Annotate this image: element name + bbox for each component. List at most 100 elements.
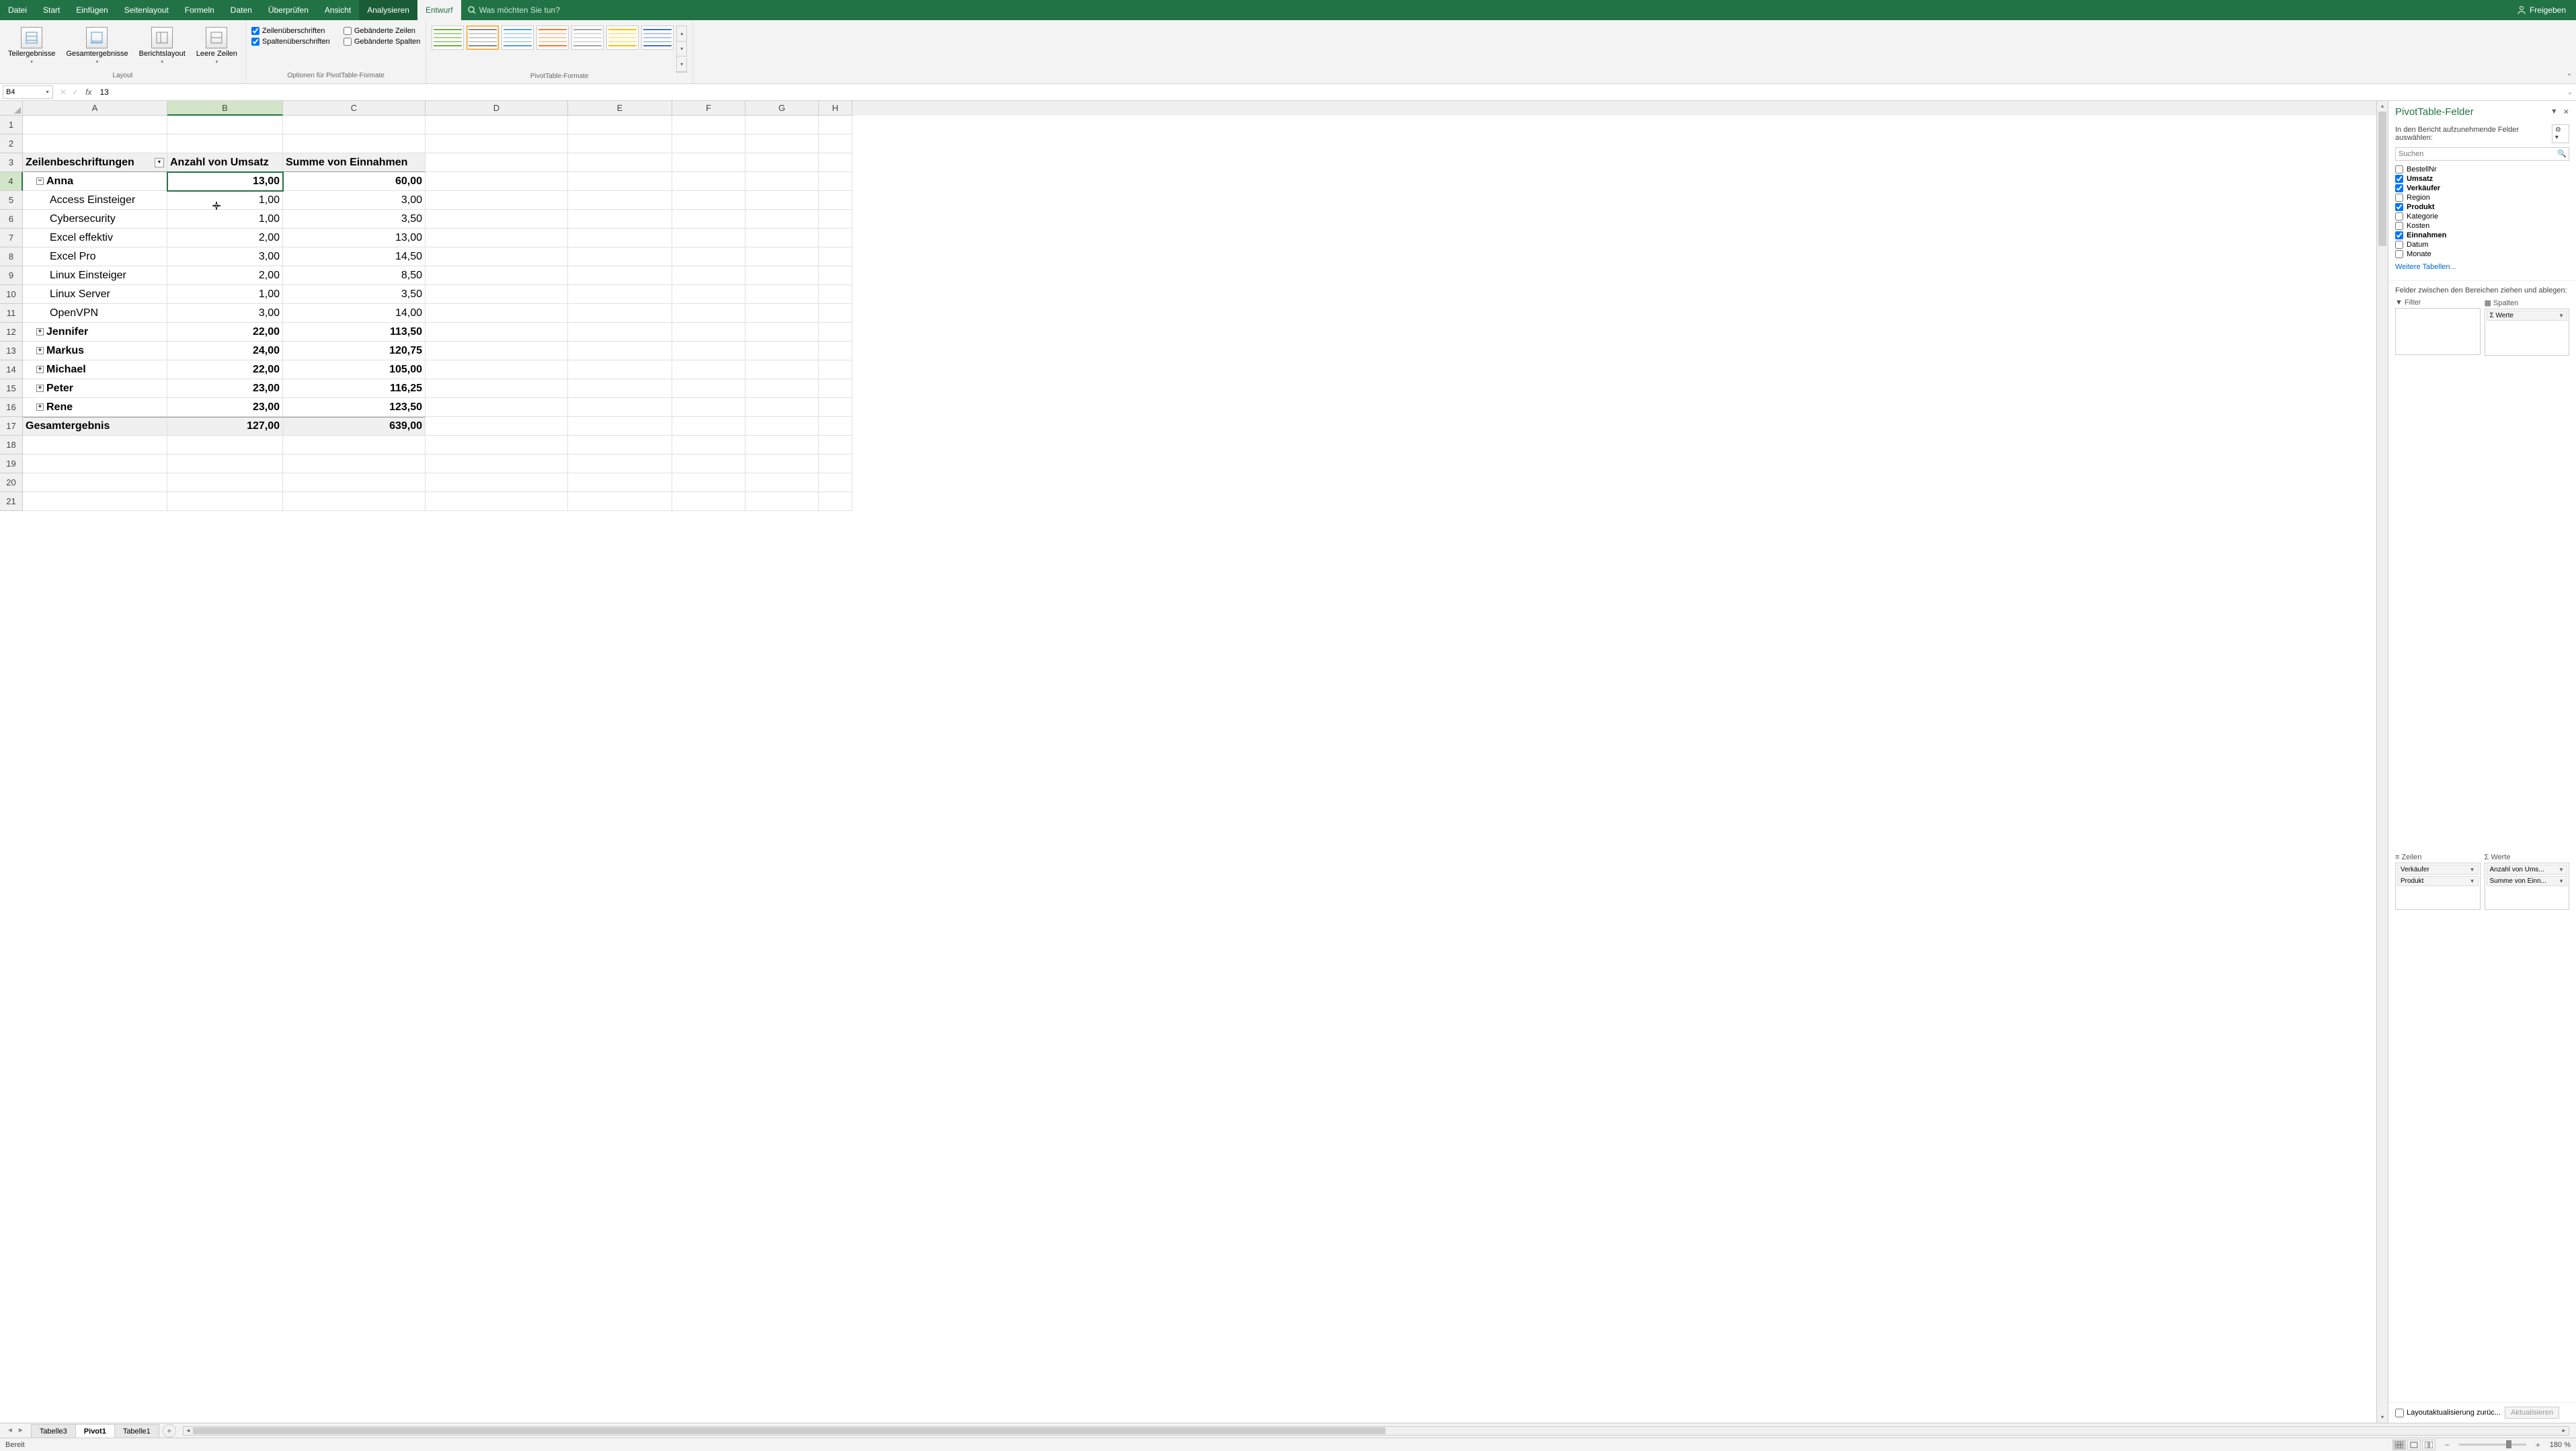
cell[interactable] <box>819 323 852 342</box>
cell[interactable] <box>568 210 672 229</box>
banded-rows-checkbox[interactable]: Gebänderte Zeilen <box>344 26 420 36</box>
cell[interactable] <box>568 436 672 455</box>
cell[interactable] <box>426 342 568 360</box>
cell[interactable] <box>23 473 167 492</box>
zoom-slider[interactable] <box>2459 1444 2526 1446</box>
cell[interactable] <box>426 191 568 210</box>
pivot-value[interactable]: 639,00 <box>283 417 426 436</box>
cell[interactable] <box>426 473 568 492</box>
sheet-nav-prev-icon[interactable]: ◄ <box>7 1427 13 1434</box>
fx-icon[interactable]: fx <box>85 87 91 97</box>
pivot-row-label-header[interactable]: Zeilenbeschriftungen▼ <box>23 153 167 172</box>
cell[interactable] <box>819 153 852 172</box>
cell[interactable] <box>167 116 283 134</box>
tab-analysieren[interactable]: Analysieren <box>359 0 417 20</box>
columns-drop-zone[interactable]: Σ Werte▼ <box>2485 309 2570 356</box>
column-header[interactable]: C <box>283 101 426 116</box>
cell[interactable] <box>568 398 672 417</box>
pivot-value[interactable]: 2,00 <box>167 266 283 285</box>
cell[interactable] <box>672 247 746 266</box>
pivot-value[interactable]: 3,50 <box>283 285 426 304</box>
tab-seitenlayout[interactable]: Seitenlayout <box>116 0 177 20</box>
cell[interactable] <box>746 285 819 304</box>
cell[interactable] <box>672 398 746 417</box>
cell[interactable] <box>283 134 426 153</box>
cell[interactable] <box>819 417 852 436</box>
cell[interactable] <box>672 417 746 436</box>
cell[interactable] <box>672 360 746 379</box>
cell[interactable] <box>167 134 283 153</box>
cell[interactable] <box>283 455 426 473</box>
pivot-value[interactable]: 2,00 <box>167 229 283 247</box>
cell[interactable] <box>426 323 568 342</box>
column-header[interactable]: G <box>746 101 819 116</box>
cell[interactable] <box>672 172 746 191</box>
cell[interactable] <box>672 266 746 285</box>
row-header[interactable]: 7 <box>0 229 23 247</box>
pivot-value[interactable]: 22,00 <box>167 323 283 342</box>
tab-start[interactable]: Start <box>35 0 68 20</box>
cell[interactable] <box>746 153 819 172</box>
cell[interactable] <box>568 455 672 473</box>
pivot-value[interactable]: 3,50 <box>283 210 426 229</box>
vertical-scrollbar[interactable]: ▴ ▾ <box>2376 101 2388 1423</box>
pivot-row-label[interactable]: Linux Einsteiger <box>23 266 167 285</box>
cell[interactable] <box>426 229 568 247</box>
cell[interactable] <box>568 153 672 172</box>
style-thumb[interactable] <box>536 26 569 50</box>
banded-cols-checkbox[interactable]: Gebänderte Spalten <box>344 36 420 47</box>
zoom-in-button[interactable]: + <box>2533 1440 2543 1450</box>
cell[interactable] <box>819 266 852 285</box>
tell-me-search[interactable]: Was möchten Sie tun? <box>468 5 560 15</box>
cell[interactable] <box>746 134 819 153</box>
pivot-value[interactable]: 22,00 <box>167 360 283 379</box>
cell[interactable] <box>568 323 672 342</box>
pivot-value[interactable]: 3,00 <box>283 191 426 210</box>
cell[interactable] <box>819 379 852 398</box>
row-header[interactable]: 1 <box>0 116 23 134</box>
col-headers-checkbox[interactable]: Spaltenüberschriften <box>251 36 330 47</box>
pivot-row-label[interactable]: Cybersecurity <box>23 210 167 229</box>
row-header[interactable]: 6 <box>0 210 23 229</box>
cell[interactable] <box>568 379 672 398</box>
expand-icon[interactable]: + <box>36 403 44 411</box>
cell[interactable] <box>672 492 746 511</box>
tab-entwurf[interactable]: Entwurf <box>417 0 461 20</box>
page-layout-view-button[interactable] <box>2407 1440 2421 1450</box>
cell[interactable] <box>426 285 568 304</box>
cell[interactable] <box>568 134 672 153</box>
column-header[interactable]: F <box>672 101 746 116</box>
field-item[interactable]: Region <box>2395 193 2569 202</box>
pivot-value[interactable]: 120,75 <box>283 342 426 360</box>
cell[interactable] <box>568 247 672 266</box>
tab-einfügen[interactable]: Einfügen <box>68 0 116 20</box>
drop-item[interactable]: Anzahl von Ums...▼ <box>2487 865 2568 875</box>
share-button[interactable]: Freigeben <box>2517 5 2566 15</box>
row-header[interactable]: 21 <box>0 492 23 511</box>
gallery-scroll[interactable]: ▴▾▾ <box>676 26 687 73</box>
cell[interactable] <box>819 134 852 153</box>
cell[interactable] <box>819 492 852 511</box>
field-item[interactable]: Einnahmen <box>2395 231 2569 240</box>
cell[interactable] <box>746 191 819 210</box>
cell[interactable] <box>819 360 852 379</box>
cell[interactable] <box>819 172 852 191</box>
row-header[interactable]: 17 <box>0 417 23 436</box>
cell[interactable] <box>167 455 283 473</box>
cell[interactable] <box>283 473 426 492</box>
pivot-row-label[interactable]: Linux Server <box>23 285 167 304</box>
cell[interactable] <box>426 266 568 285</box>
horizontal-scrollbar[interactable]: ◄ ► <box>183 1426 2569 1436</box>
cell[interactable] <box>167 436 283 455</box>
row-header[interactable]: 11 <box>0 304 23 323</box>
expand-icon[interactable]: + <box>36 328 44 336</box>
cell[interactable] <box>568 229 672 247</box>
pivot-value[interactable]: 23,00 <box>167 379 283 398</box>
filter-drop-zone[interactable] <box>2395 308 2481 355</box>
pivot-value[interactable]: 1,00 <box>167 191 283 210</box>
cell[interactable] <box>426 304 568 323</box>
row-header[interactable]: 4 <box>0 172 23 191</box>
cell[interactable] <box>672 323 746 342</box>
pivot-value[interactable]: 3,00 <box>167 247 283 266</box>
drop-item[interactable]: Summe von Einn...▼ <box>2487 876 2568 886</box>
